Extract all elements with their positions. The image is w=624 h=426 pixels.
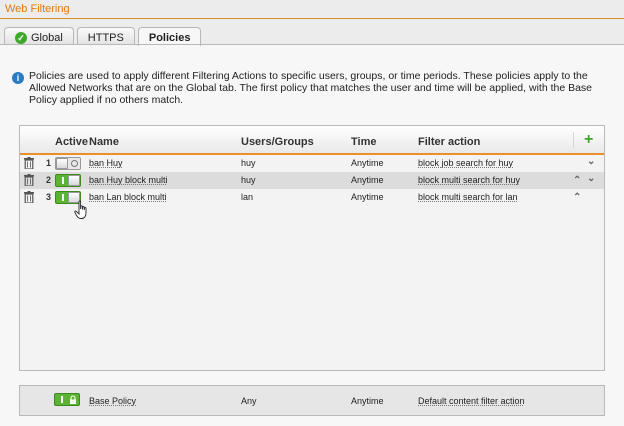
base-policy-row: Base Policy Any Anytime Default content …	[19, 385, 605, 416]
toggle-on-icon	[62, 177, 64, 184]
toggle-on-icon	[62, 194, 64, 201]
lock-icon	[70, 395, 76, 404]
policy-time: Anytime	[351, 158, 384, 168]
header-users: Users/Groups	[241, 136, 314, 148]
toggle-knob	[68, 175, 80, 186]
toggle-on-icon	[61, 396, 63, 403]
policy-time: Anytime	[351, 192, 384, 202]
tab-https[interactable]: HTTPS	[76, 27, 135, 45]
move-up-icon[interactable]: ⌃	[573, 175, 581, 186]
policy-users: huy	[241, 158, 256, 168]
tab-global-label: Global	[31, 31, 63, 44]
trash-icon[interactable]	[24, 191, 34, 203]
info-icon: i	[12, 72, 24, 84]
base-policy-name[interactable]: Base Policy	[89, 396, 136, 406]
table-row: 1 ban Huy huy Anytime block job search f…	[20, 155, 604, 172]
row-number: 2	[46, 175, 52, 185]
info-text: Policies are used to apply different Fil…	[29, 70, 593, 106]
policy-name[interactable]: ban Huy	[89, 158, 123, 168]
move-down-icon[interactable]: ⌄	[587, 173, 595, 184]
check-circle-icon: ✓	[15, 31, 27, 44]
active-toggle-off[interactable]	[55, 157, 81, 170]
move-up-icon[interactable]: ⌃	[573, 192, 581, 203]
base-policy-users: Any	[241, 396, 257, 406]
row-number: 1	[46, 158, 52, 168]
policy-filter-action[interactable]: block job search for huy	[418, 158, 513, 168]
policy-users: huy	[241, 175, 256, 185]
header-separator	[573, 132, 574, 148]
base-policy-filter-action[interactable]: Default content filter action	[418, 396, 525, 406]
move-down-icon[interactable]: ⌄	[587, 156, 595, 167]
policy-filter-action[interactable]: block multi search for lan	[418, 192, 518, 202]
plus-icon[interactable]: +	[584, 132, 593, 148]
toggle-knob	[56, 158, 68, 169]
trash-icon[interactable]	[24, 174, 34, 186]
tab-https-label: HTTPS	[87, 31, 124, 44]
tab-divider	[0, 44, 624, 45]
toggle-off-icon	[71, 160, 78, 167]
policy-time: Anytime	[351, 175, 384, 185]
hand-cursor-icon	[74, 200, 87, 219]
policy-filter-action[interactable]: block multi search for huy	[418, 175, 520, 185]
base-policy-time: Anytime	[351, 396, 384, 406]
info-message: i Policies are used to apply different F…	[12, 70, 617, 106]
trash-icon[interactable]	[24, 157, 34, 169]
policy-name[interactable]: ban Lan block multi	[89, 192, 167, 202]
tab-policies-label: Policies	[148, 32, 191, 44]
table-header: Active Name Users/Groups Time Filter act…	[20, 126, 604, 155]
tab-bar: ✓ Global HTTPS Policies	[4, 27, 202, 46]
base-policy-toggle	[54, 393, 80, 406]
policy-users: lan	[241, 192, 254, 202]
header-active: Active	[55, 136, 89, 148]
table-row: 2 ban Huy block multi huy Anytime block …	[20, 172, 604, 189]
page-title: Web Filtering	[5, 3, 70, 15]
header-time: Time	[351, 136, 377, 148]
table-row: 3 ban Lan block multi lan Anytime block …	[20, 189, 604, 206]
header-name: Name	[89, 136, 119, 148]
header-filter-action: Filter action	[418, 136, 481, 148]
active-toggle-on[interactable]	[55, 174, 81, 187]
title-divider	[0, 18, 624, 19]
row-number: 3	[46, 192, 52, 202]
policies-table: Active Name Users/Groups Time Filter act…	[19, 125, 605, 371]
policy-name[interactable]: ban Huy block multi	[89, 175, 168, 185]
tab-global[interactable]: ✓ Global	[4, 27, 74, 45]
